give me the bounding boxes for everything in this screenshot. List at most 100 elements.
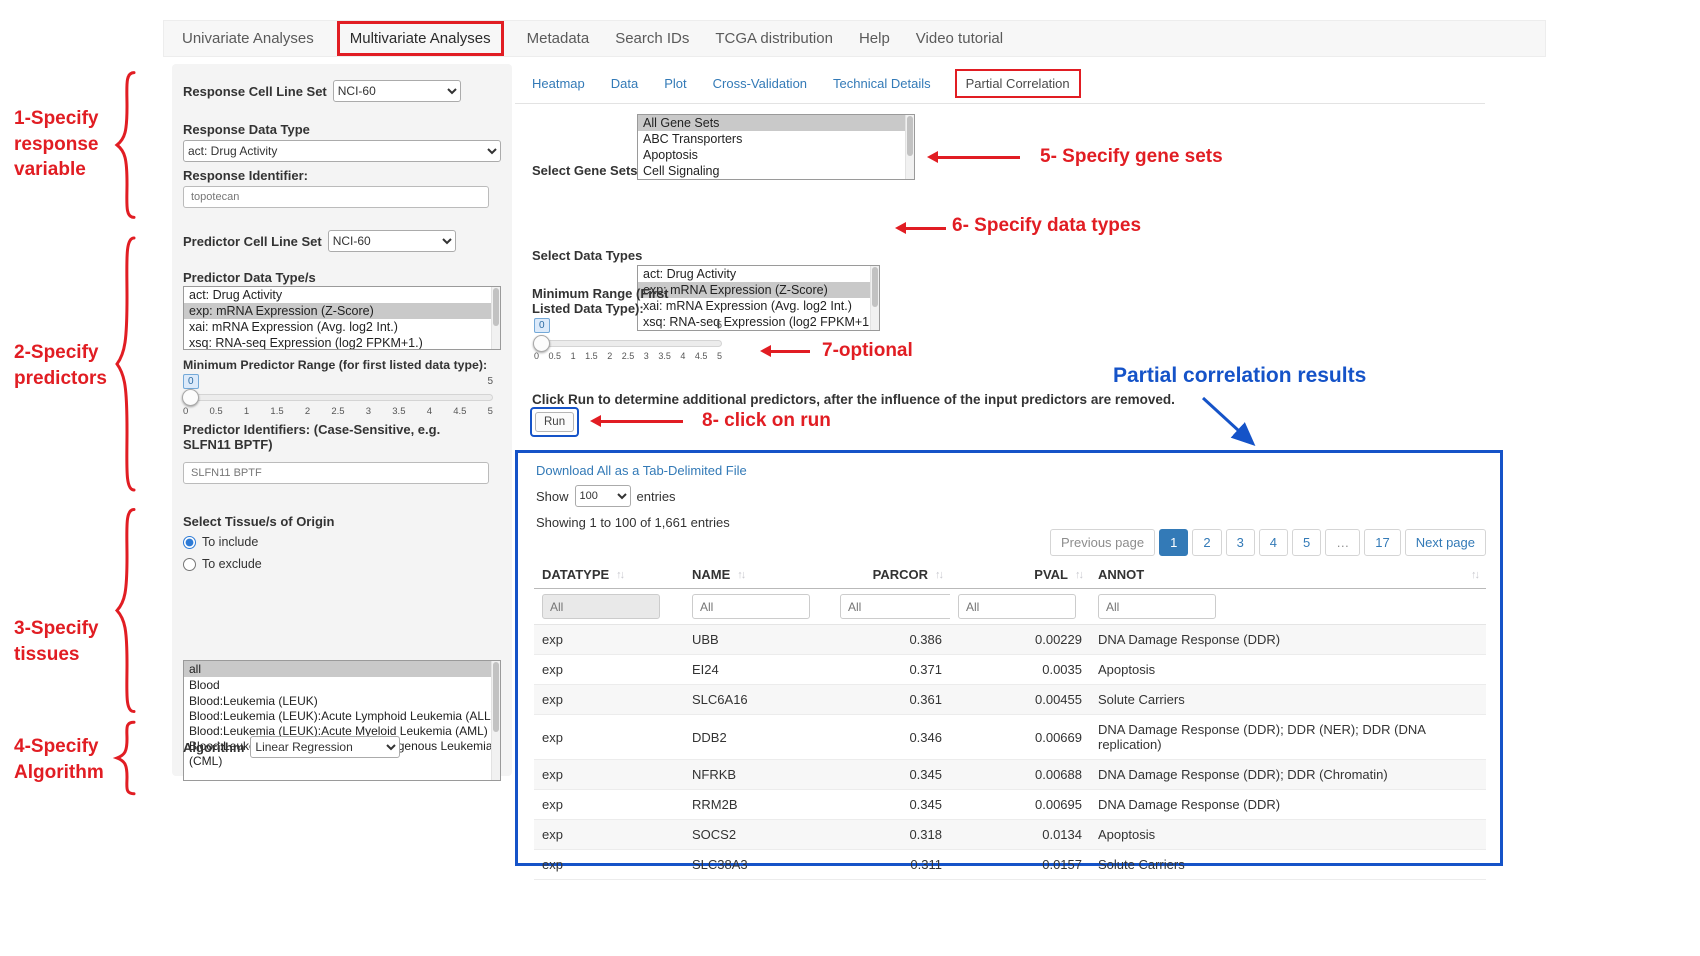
tab-plot[interactable]: Plot (664, 76, 686, 91)
gene-set-option[interactable]: ABC Transporters (638, 131, 914, 147)
tab-technical-details[interactable]: Technical Details (833, 76, 931, 91)
annotation-step3: 3-Specify tissues (14, 616, 114, 667)
filter-pval[interactable] (958, 594, 1076, 619)
tab-cross-validation[interactable]: Cross-Validation (713, 76, 807, 91)
filter-parcor[interactable] (840, 594, 950, 619)
pagination-page-1[interactable]: 1 (1159, 529, 1188, 556)
response-data-type-select[interactable]: act: Drug Activity (183, 140, 501, 162)
sort-icon[interactable]: ↑↓ (616, 569, 623, 581)
cell-datatype: exp (534, 715, 684, 760)
cell-pval: 0.00695 (950, 790, 1090, 820)
filter-name[interactable] (692, 594, 810, 619)
nav-help[interactable]: Help (859, 30, 890, 47)
cell-parcor: 0.386 (832, 625, 950, 655)
cell-parcor: 0.311 (832, 850, 950, 880)
tissue-exclude-label: To exclude (202, 557, 262, 571)
predictor-data-type-option[interactable]: act: Drug Activity (184, 287, 500, 303)
page-size-select[interactable]: 100 (575, 485, 631, 507)
gene-set-option-selected[interactable]: All Gene Sets (638, 115, 914, 131)
tissue-option[interactable]: Blood:Leukemia (LEUK):Acute Lymphoid Leu… (184, 709, 500, 724)
sort-icon[interactable]: ↑↓ (935, 569, 942, 581)
nav-multivariate-analyses[interactable]: Multivariate Analyses (337, 21, 504, 56)
brace-step2 (112, 230, 138, 498)
nav-video-tutorial[interactable]: Video tutorial (916, 30, 1003, 47)
cell-datatype: exp (534, 685, 684, 715)
cell-pval: 0.00669 (950, 715, 1090, 760)
column-header-parcor[interactable]: PARCOR↑↓ (832, 561, 950, 589)
response-identifier-input[interactable] (183, 186, 489, 208)
column-header-annot[interactable]: ANNOT↑↓ (1090, 561, 1486, 589)
cell-annot: Apoptosis (1090, 820, 1486, 850)
tissue-include-label: To include (202, 535, 258, 549)
pagination-page-3[interactable]: 3 (1226, 529, 1255, 556)
tab-data[interactable]: Data (611, 76, 638, 91)
pagination-page-2[interactable]: 2 (1192, 529, 1221, 556)
column-header-name[interactable]: NAME↑↓ (684, 561, 832, 589)
predictor-cell-line-set-select[interactable]: NCI-60 (328, 230, 456, 252)
gene-set-option[interactable]: Cell Signaling (638, 163, 914, 179)
slider-handle[interactable] (533, 335, 550, 352)
annotation-results-title: Partial correlation results (1113, 364, 1366, 388)
tissue-exclude-radio[interactable]: To exclude (183, 557, 262, 571)
sort-icon[interactable]: ↑↓ (1075, 569, 1082, 581)
tab-heatmap[interactable]: Heatmap (532, 76, 585, 91)
pagination-previous[interactable]: Previous page (1050, 529, 1155, 556)
pagination-page-17[interactable]: 17 (1364, 529, 1400, 556)
table-row[interactable]: exp SLC38A3 0.311 0.0157 Solute Carriers (534, 850, 1486, 880)
predictor-identifiers-input[interactable] (183, 462, 489, 484)
nav-metadata[interactable]: Metadata (527, 30, 590, 47)
table-row[interactable]: exp EI24 0.371 0.0035 Apoptosis (534, 655, 1486, 685)
gene-set-option[interactable]: Apoptosis (638, 147, 914, 163)
pagination-page-4[interactable]: 4 (1259, 529, 1288, 556)
response-cell-line-set-select[interactable]: NCI-60 (333, 80, 461, 102)
tissue-include-radio[interactable]: To include (183, 535, 258, 549)
filter-datatype[interactable] (542, 594, 660, 619)
scrollbar[interactable] (491, 287, 500, 349)
predictor-data-type-option[interactable]: xai: mRNA Expression (Avg. log2 Int.) (184, 319, 500, 335)
data-type-option[interactable]: act: Drug Activity (638, 266, 879, 282)
radio-include[interactable] (183, 536, 196, 549)
table-row[interactable]: exp SOCS2 0.318 0.0134 Apoptosis (534, 820, 1486, 850)
response-identifier-label: Response Identifier: (183, 168, 308, 183)
predictor-range-slider: 0 5 00.511.522.533.544.55 (183, 374, 493, 420)
table-row[interactable]: exp UBB 0.386 0.00229 DNA Damage Respons… (534, 625, 1486, 655)
nav-tcga-distribution[interactable]: TCGA distribution (715, 30, 833, 47)
scrollbar[interactable] (870, 266, 879, 330)
predictor-data-type-option-selected[interactable]: exp: mRNA Expression (Z-Score) (184, 303, 500, 319)
radio-exclude[interactable] (183, 558, 196, 571)
tab-partial-correlation[interactable]: Partial Correlation (955, 69, 1081, 98)
nav-search-ids[interactable]: Search IDs (615, 30, 689, 47)
sort-icon[interactable]: ↑↓ (737, 569, 744, 581)
table-row[interactable]: exp DDB2 0.346 0.00669 DNA Damage Respon… (534, 715, 1486, 760)
tissue-option[interactable]: Blood:Leukemia (LEUK) (184, 693, 500, 709)
pagination-page-5[interactable]: 5 (1292, 529, 1321, 556)
scrollbar[interactable] (905, 115, 914, 179)
cell-datatype: exp (534, 760, 684, 790)
run-button[interactable]: Run (535, 412, 574, 432)
sort-icon[interactable]: ↑↓ (1471, 569, 1478, 581)
annotation-arrow-step5 (934, 156, 1020, 159)
slider-track[interactable] (534, 340, 722, 347)
tissue-option-selected[interactable]: all (184, 661, 500, 677)
cell-pval: 0.0134 (950, 820, 1090, 850)
predictor-data-type-option[interactable]: xsq: RNA-seq Expression (log2 FPKM+1.) (184, 335, 500, 350)
filter-annot[interactable] (1098, 594, 1216, 619)
slider-ticks: 00.511.522.533.544.55 (534, 351, 722, 361)
table-row[interactable]: exp SLC6A16 0.361 0.00455 Solute Carrier… (534, 685, 1486, 715)
slider-track[interactable] (183, 394, 493, 401)
slider-handle[interactable] (182, 389, 199, 406)
table-row[interactable]: exp RRM2B 0.345 0.00695 DNA Damage Respo… (534, 790, 1486, 820)
table-row[interactable]: exp NFRKB 0.345 0.00688 DNA Damage Respo… (534, 760, 1486, 790)
tissue-listbox: all Blood Blood:Leukemia (LEUK) Blood:Le… (183, 660, 501, 781)
pagination: Previous page 1 2 3 4 5 … 17 Next page (1046, 529, 1486, 556)
column-header-pval[interactable]: PVAL↑↓ (950, 561, 1090, 589)
pagination-next[interactable]: Next page (1405, 529, 1486, 556)
annotation-step4: 4-Specify Algorithm (14, 734, 124, 785)
tissue-option[interactable]: Blood (184, 677, 500, 693)
algorithm-select[interactable]: Linear Regression (250, 736, 400, 758)
cell-name: UBB (684, 625, 832, 655)
column-header-datatype[interactable]: DATATYPE↑↓ (534, 561, 684, 589)
nav-univariate-analyses[interactable]: Univariate Analyses (182, 30, 314, 47)
download-link[interactable]: Download All as a Tab-Delimited File (536, 463, 747, 478)
scrollbar[interactable] (491, 661, 500, 780)
